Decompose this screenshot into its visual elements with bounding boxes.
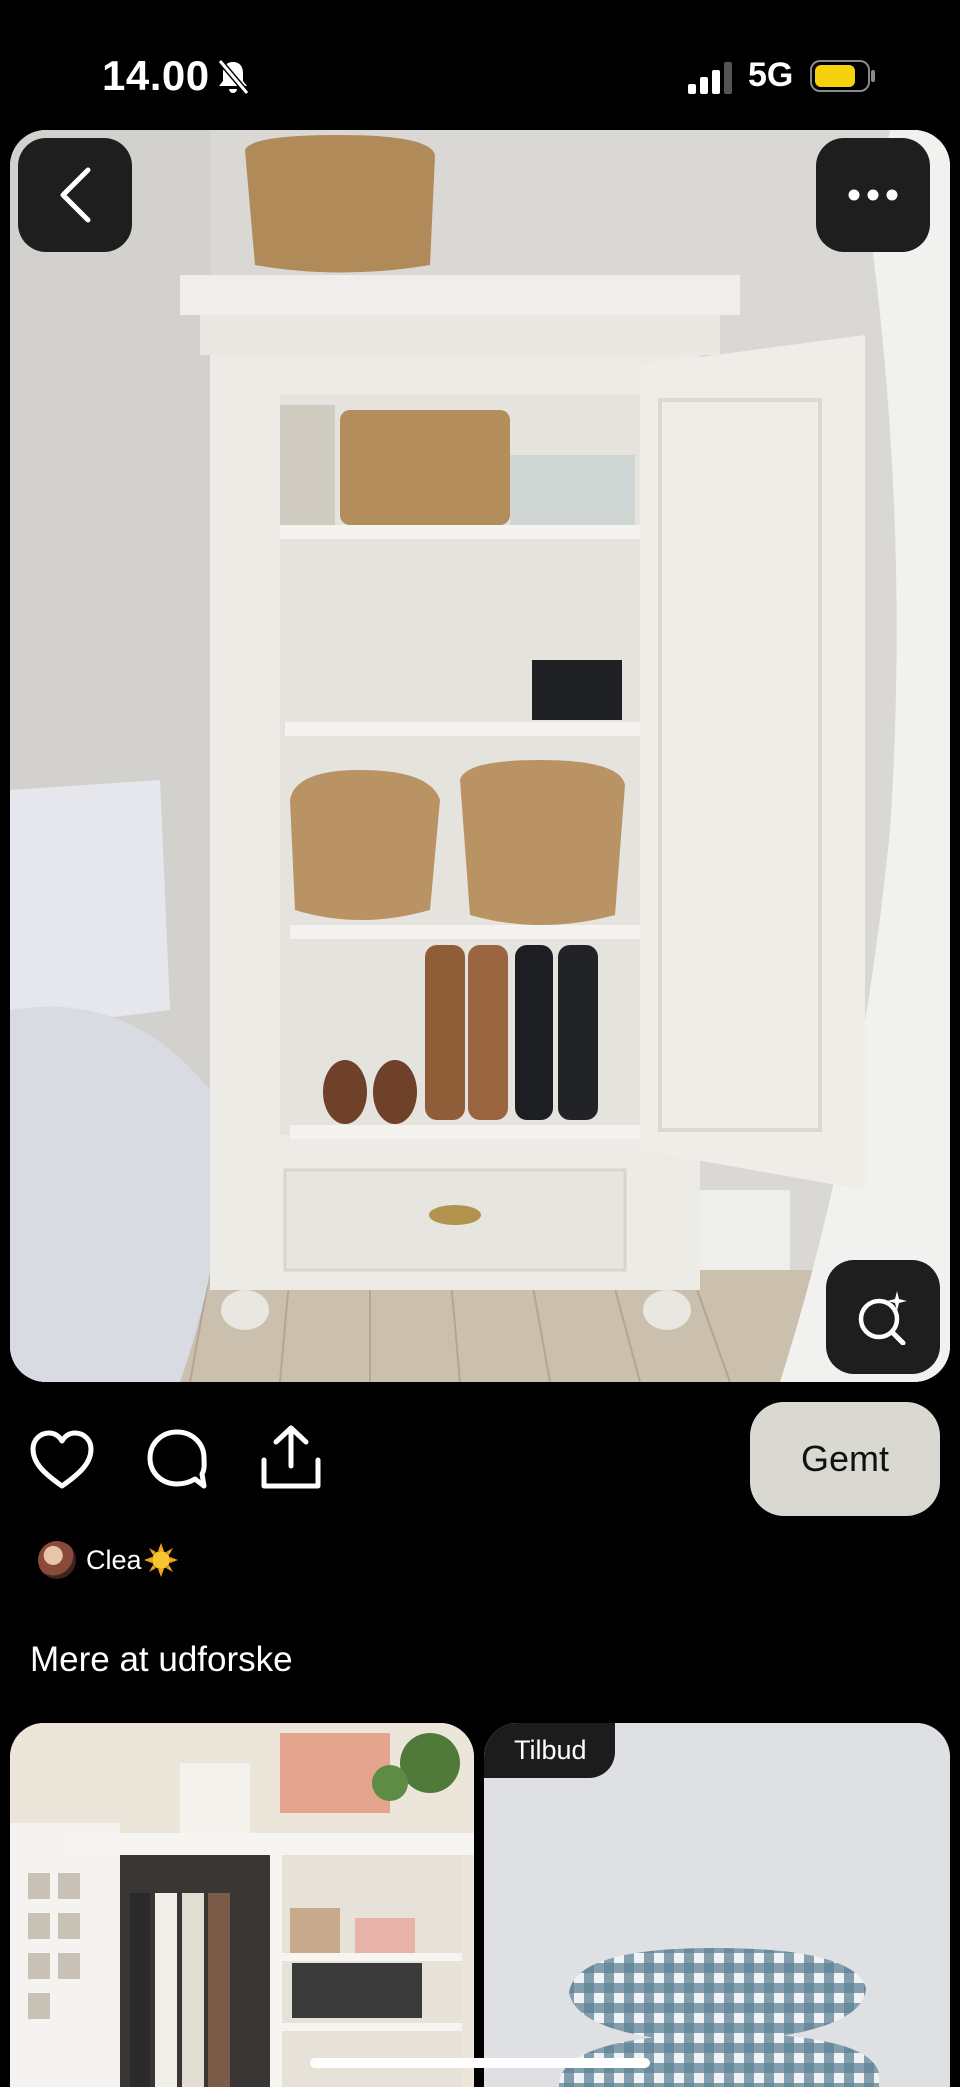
battery-icon bbox=[810, 60, 875, 92]
avatar[interactable] bbox=[38, 1541, 76, 1579]
explore-card-wardrobe[interactable] bbox=[10, 1723, 474, 2087]
status-bar: 14.00 5G bbox=[0, 0, 960, 130]
signal-icon bbox=[688, 62, 732, 94]
sun-emoji-icon bbox=[143, 1543, 178, 1577]
like-heart-icon[interactable] bbox=[30, 1430, 94, 1490]
back-button[interactable] bbox=[18, 138, 132, 252]
visual-search-button[interactable] bbox=[826, 1260, 940, 1374]
bell-muted-icon bbox=[217, 59, 250, 95]
chevron-left-icon bbox=[60, 167, 91, 223]
lens-search-icon bbox=[858, 1291, 907, 1345]
wardrobe-photo bbox=[10, 1723, 474, 2087]
share-icon[interactable] bbox=[260, 1424, 322, 1490]
home-indicator[interactable] bbox=[310, 2058, 650, 2068]
network-type: 5G bbox=[748, 56, 794, 94]
comment-icon[interactable] bbox=[146, 1428, 208, 1490]
armoire-photo bbox=[10, 130, 950, 1382]
more-options-button[interactable] bbox=[816, 138, 930, 252]
pin-image[interactable] bbox=[10, 130, 950, 1382]
author-name[interactable]: Clea bbox=[86, 1545, 142, 1576]
save-button[interactable]: Gemt bbox=[750, 1402, 940, 1516]
status-time: 14.00 bbox=[102, 52, 210, 99]
pin-author[interactable]: Clea bbox=[38, 1540, 178, 1580]
explore-card-pillows[interactable]: Tilbud bbox=[484, 1723, 950, 2087]
explore-section-title: Mere at udforske bbox=[30, 1640, 293, 1679]
offer-tag: Tilbud bbox=[484, 1723, 615, 1778]
ellipsis-icon bbox=[848, 189, 898, 201]
